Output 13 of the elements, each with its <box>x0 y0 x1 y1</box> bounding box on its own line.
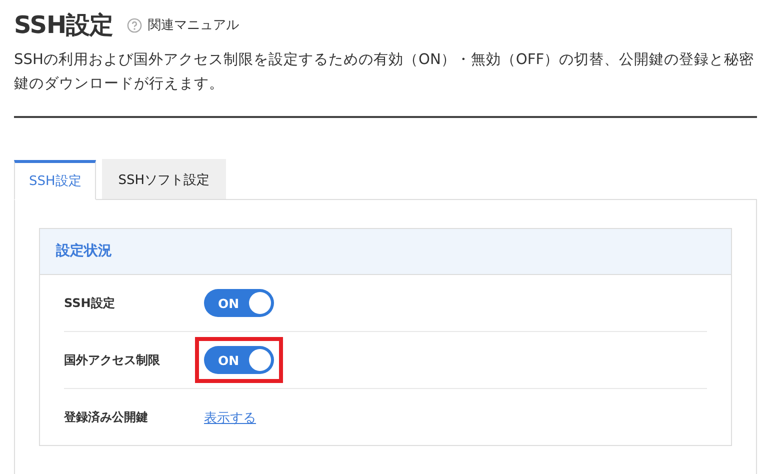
manual-link[interactable]: 関連マニュアル <box>148 16 240 34</box>
tab[interactable]: SSHソフト設定 <box>102 159 226 199</box>
toggle-switch[interactable]: ON <box>204 346 274 374</box>
description: SSHの利用および国外アクセス制限を設定するための有効（ON）・無効（OFF）の切替、公開鍵の登録と秘密鍵のダウンロードが行えます。 <box>14 50 756 94</box>
tab[interactable]: SSH設定 <box>14 160 96 200</box>
row-label: 登録済み公開鍵 <box>64 408 149 426</box>
page-title: SSH設定 <box>14 10 114 41</box>
row-label: 国外アクセス制限 <box>64 352 161 368</box>
card-header: 設定状況 <box>40 229 731 275</box>
row-label: SSH設定 <box>64 294 116 312</box>
toggle-switch[interactable]: ON <box>204 289 274 317</box>
help-icon <box>127 18 142 32</box>
show-link[interactable]: 表示する <box>204 411 256 426</box>
